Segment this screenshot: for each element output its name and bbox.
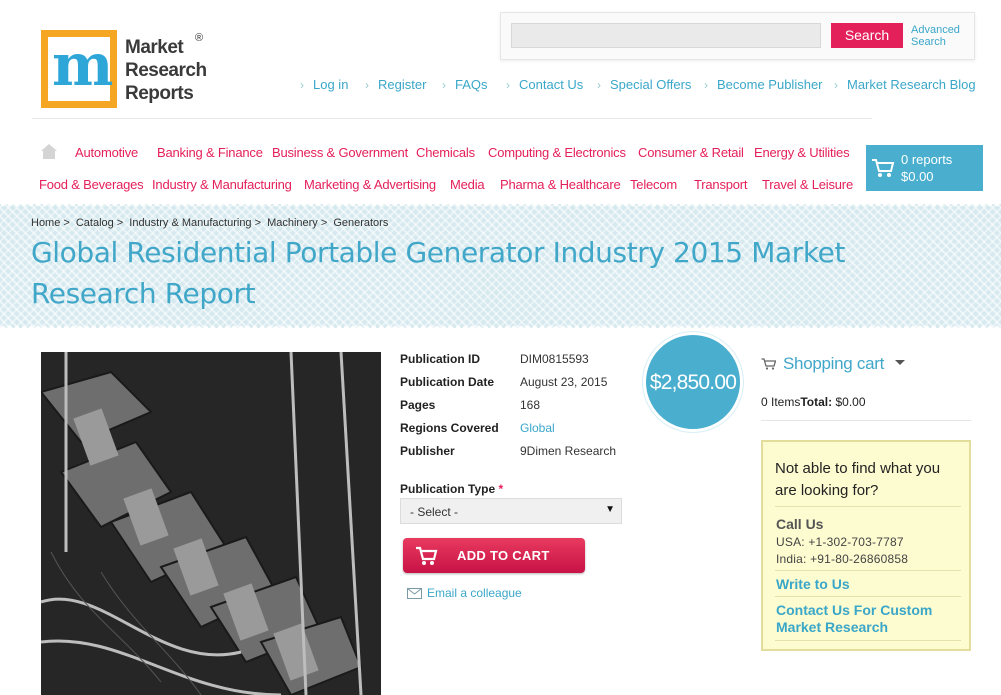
help-box: Not able to find what you are looking fo… — [761, 440, 971, 651]
category-food-beverages[interactable]: Food & Beverages — [39, 177, 144, 192]
breadcrumb-generators[interactable]: Generators — [333, 217, 388, 229]
breadcrumb-catalog[interactable]: Catalog — [76, 217, 114, 229]
category-industry-manufacturing[interactable]: Industry & Manufacturing — [152, 177, 292, 192]
logo-letter: m — [52, 31, 113, 99]
title-band: Home > Catalog > Industry & Manufacturing >… — [0, 201, 1001, 331]
logo-wordmark: Market Research Reports — [125, 37, 207, 104]
category-consumer-retail[interactable]: Consumer & Retail — [638, 145, 744, 160]
advanced-search-link[interactable]: Advanced Search — [911, 24, 960, 48]
cart-total: $0.00 — [901, 169, 934, 184]
page-title: Global Residential Portable Generator In… — [31, 236, 846, 310]
register-link[interactable]: Register — [365, 77, 426, 92]
faqs-link[interactable]: FAQs — [442, 77, 488, 92]
search-input[interactable] — [511, 23, 821, 48]
custom-research-link[interactable]: Contact Us For Custom Market Research — [776, 602, 966, 636]
publication-type-label: Publication Type * — [400, 482, 504, 496]
shopping-cart-summary: 0 ItemsTotal: $0.00 — [761, 395, 866, 409]
category-automotive[interactable]: Automotive — [75, 145, 138, 160]
cart-icon — [872, 159, 895, 177]
category-computing-electronics[interactable]: Computing & Electronics — [488, 145, 626, 160]
category-energy-utilities[interactable]: Energy & Utilities — [754, 145, 850, 160]
dropdown-arrow-icon: ▼ — [605, 504, 615, 515]
call-us-heading: Call Us — [776, 516, 824, 532]
category-marketing-advertising[interactable]: Marketing & Advertising — [304, 177, 436, 192]
blog-link[interactable]: Market Research Blog — [834, 77, 976, 92]
logo-badge: m — [41, 30, 117, 108]
shopping-basket-icon — [416, 546, 438, 565]
price-badge: $2,850.00 — [643, 332, 743, 432]
registered-mark: ® — [195, 32, 204, 44]
contact-us-link[interactable]: Contact Us — [506, 77, 583, 92]
category-chemicals[interactable]: Chemicals — [416, 145, 475, 160]
add-to-cart-button[interactable]: ADD TO CART — [403, 538, 585, 573]
category-travel-leisure[interactable]: Travel & Leisure — [762, 177, 853, 192]
special-offers-link[interactable]: Special Offers — [597, 77, 691, 92]
home-icon[interactable] — [40, 143, 58, 160]
category-telecom[interactable]: Telecom — [630, 177, 677, 192]
shopping-cart-header[interactable]: Shopping cart — [761, 354, 971, 376]
header-cart[interactable]: 0 reports $0.00 — [866, 145, 983, 191]
product-image — [41, 352, 381, 695]
write-to-us-link[interactable]: Write to Us — [776, 576, 966, 593]
cart-count: 0 reports — [901, 152, 953, 167]
become-publisher-link[interactable]: Become Publisher — [704, 77, 823, 92]
phone-india: India: +91-80-26860858 — [776, 552, 909, 566]
category-media[interactable]: Media — [450, 177, 485, 192]
email-icon — [407, 588, 422, 599]
breadcrumb-industry[interactable]: Industry & Manufacturing — [129, 217, 251, 229]
category-banking-finance[interactable]: Banking & Finance — [157, 145, 263, 160]
phone-usa: USA: +1-302-703-7787 — [776, 535, 904, 549]
site-logo[interactable]: m Market Research Reports ® — [41, 30, 221, 110]
category-pharma-healthcare[interactable]: Pharma & Healthcare — [500, 177, 621, 192]
region-link[interactable]: Global — [520, 421, 555, 435]
caret-down-icon — [895, 360, 905, 365]
header-divider — [32, 118, 872, 119]
price-value: $2,850.00 — [649, 371, 737, 394]
search-button[interactable]: Search — [831, 23, 903, 48]
search-panel: Search Advanced Search — [500, 12, 975, 60]
login-link[interactable]: Log in — [300, 77, 348, 92]
publication-type-select[interactable]: - Select - ▼ — [400, 498, 622, 524]
breadcrumb-home[interactable]: Home — [31, 217, 60, 229]
help-question: Not able to find what you are looking fo… — [775, 460, 941, 499]
category-business-government[interactable]: Business & Government — [272, 145, 408, 160]
breadcrumb-machinery[interactable]: Machinery — [267, 217, 318, 229]
cart-icon — [761, 358, 776, 370]
breadcrumb: Home > Catalog > Industry & Manufacturing >… — [31, 217, 389, 229]
category-transport[interactable]: Transport — [694, 177, 748, 192]
